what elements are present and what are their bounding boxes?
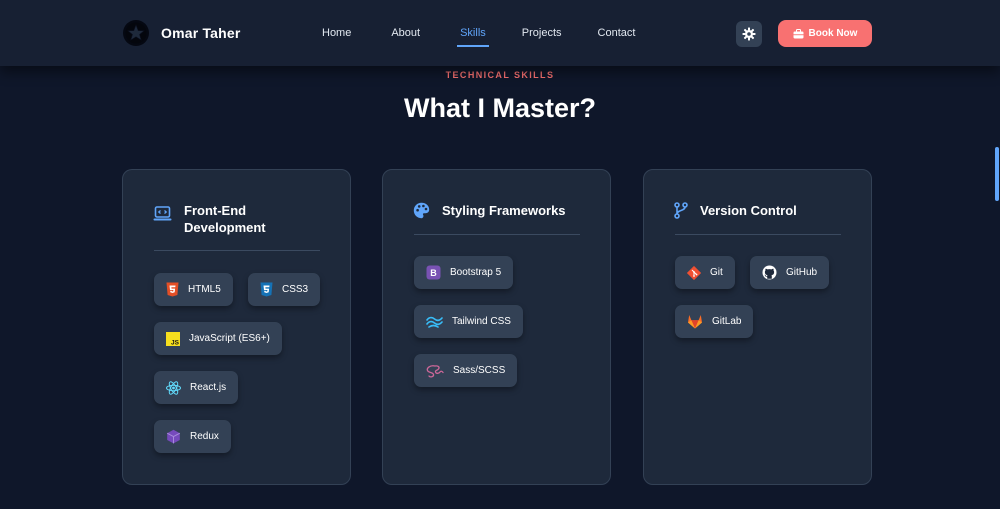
git-icon [687, 265, 701, 280]
card-header: Styling Frameworks [413, 202, 582, 219]
card-header: Version Control [674, 202, 840, 219]
nav-link-contact[interactable]: Contact [598, 27, 636, 39]
navbar: Omar Taher Home About Skills Projects Co… [0, 0, 1000, 66]
skill-label: Git [710, 267, 723, 278]
card-header: Front-End Development [153, 202, 294, 236]
brand[interactable]: Omar Taher [123, 20, 241, 46]
redux-icon [166, 429, 181, 444]
skill-card-front-end: Front-End Development HTML5 CSS3 JS Java… [122, 169, 351, 485]
html5-icon [166, 282, 179, 297]
skill-label: Bootstrap 5 [450, 267, 502, 278]
skill-card-version-control: Version Control Git GitHub GitLab [643, 169, 872, 485]
book-now-button[interactable]: Book Now [778, 20, 872, 47]
logo-icon [123, 20, 149, 46]
skill-label: Redux [190, 431, 219, 442]
skill-label: Tailwind CSS [452, 316, 511, 327]
sass-icon [426, 364, 444, 377]
card-divider [414, 234, 580, 235]
skill-chip-react[interactable]: React.js [154, 371, 239, 404]
skill-chip-javascript[interactable]: JS JavaScript (ES6+) [154, 322, 282, 355]
theme-toggle-button[interactable] [736, 21, 762, 47]
skill-chip-css3[interactable]: CSS3 [248, 273, 321, 306]
skill-chip-tailwind[interactable]: Tailwind CSS [414, 305, 523, 338]
skill-chip-redux[interactable]: Redux [154, 420, 231, 453]
code-branch-icon [674, 202, 688, 219]
card-title: Front-End Development [184, 203, 266, 235]
scrollbar-thumb[interactable] [995, 147, 999, 201]
github-icon [762, 265, 777, 280]
card-divider [154, 250, 320, 251]
gear-icon [742, 27, 756, 41]
nav-link-about[interactable]: About [391, 27, 420, 39]
skill-chip-gitlab[interactable]: GitLab [675, 305, 754, 338]
svg-text:B: B [430, 268, 437, 278]
nav-link-projects[interactable]: Projects [522, 27, 562, 39]
skill-label: CSS3 [282, 284, 309, 295]
skill-chip-html5[interactable]: HTML5 [154, 273, 233, 306]
section-title: What I Master? [403, 93, 597, 123]
skill-label: GitLab [712, 316, 742, 327]
nav-link-skills[interactable]: Skills [457, 27, 489, 47]
card-title: Version Control [700, 203, 797, 218]
section-eyebrow: TECHNICAL SKILLS [445, 70, 555, 80]
laptop-code-icon [153, 206, 172, 221]
book-now-label: Book Now [808, 28, 858, 39]
skill-card-styling: Styling Frameworks B Bootstrap 5 Tailwin… [382, 169, 611, 485]
gitlab-icon [688, 315, 702, 329]
skill-label: React.js [190, 382, 227, 393]
skill-label: JavaScript (ES6+) [189, 333, 270, 344]
tailwind-icon [426, 316, 443, 328]
palette-icon [413, 202, 430, 219]
javascript-icon: JS [166, 331, 180, 346]
skill-chip-github[interactable]: GitHub [750, 256, 830, 289]
skill-chip-git[interactable]: Git [675, 256, 735, 289]
nav-link-home[interactable]: Home [322, 27, 351, 39]
skill-chip-sass[interactable]: Sass/SCSS [414, 354, 518, 387]
bootstrap-icon: B [426, 265, 441, 280]
svg-text:JS: JS [171, 339, 180, 346]
skill-label: HTML5 [188, 284, 221, 295]
nav-links: Home About Skills Projects Contact [322, 27, 636, 47]
briefcase-icon [793, 28, 804, 38]
skill-label: Sass/SCSS [453, 365, 506, 376]
css3-icon [260, 282, 273, 297]
card-divider [675, 234, 841, 235]
react-icon [166, 380, 181, 395]
page-scrollbar[interactable] [994, 0, 1000, 509]
skill-chip-bootstrap[interactable]: B Bootstrap 5 [414, 256, 514, 289]
skill-label: GitHub [786, 267, 818, 278]
card-title: Styling Frameworks [442, 203, 566, 218]
brand-name: Omar Taher [161, 25, 241, 41]
